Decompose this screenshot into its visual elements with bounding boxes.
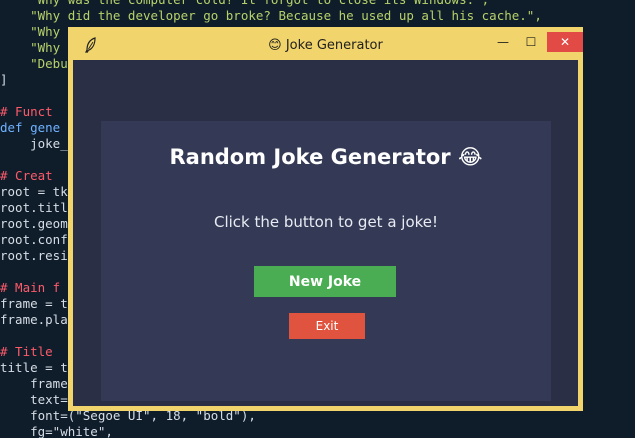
code-line: "Why did the developer go broke? Because…	[0, 8, 542, 23]
window-content: Random Joke Generator 😂 Click the button…	[73, 60, 578, 406]
code-line: title = t	[0, 360, 68, 375]
code-line: root.conf	[0, 232, 68, 247]
page-title: Random Joke Generator 😂	[169, 145, 483, 169]
exit-button[interactable]: Exit	[289, 313, 365, 339]
code-line: frame.pla	[0, 312, 68, 327]
new-joke-button[interactable]: New Joke	[254, 266, 396, 297]
code-line: # Funct	[0, 104, 53, 119]
code-line: # Title	[0, 344, 53, 359]
window-titlebar[interactable]: 😊 Joke Generator — ☐ ✕	[73, 32, 583, 60]
code-line: joke_	[0, 136, 68, 151]
code-line: fg="white",	[0, 424, 113, 438]
close-button[interactable]: ✕	[547, 32, 583, 52]
main-frame: Random Joke Generator 😂 Click the button…	[101, 121, 551, 401]
code-line: ]	[0, 72, 8, 87]
code-line: "Why was the computer cold? It forgot to…	[0, 0, 489, 8]
code-line: # Creat	[0, 168, 53, 183]
code-line: "Why	[0, 24, 61, 39]
code-line: root.titl	[0, 200, 68, 215]
minimize-button[interactable]: —	[489, 32, 517, 52]
code-line: frame	[0, 376, 68, 391]
code-line: root.resi	[0, 248, 68, 263]
code-line: text=	[0, 392, 68, 407]
code-line: def gene	[0, 120, 61, 135]
code-line: root.geom	[0, 216, 68, 231]
joke-prompt-label: Click the button to get a joke!	[213, 213, 439, 231]
code-line: frame = t	[0, 296, 68, 311]
maximize-button[interactable]: ☐	[517, 32, 545, 52]
code-line: # Main f	[0, 280, 61, 295]
code-line: root = tk	[0, 184, 68, 199]
joke-generator-window: 😊 Joke Generator — ☐ ✕ Random Joke Gener…	[68, 27, 583, 411]
